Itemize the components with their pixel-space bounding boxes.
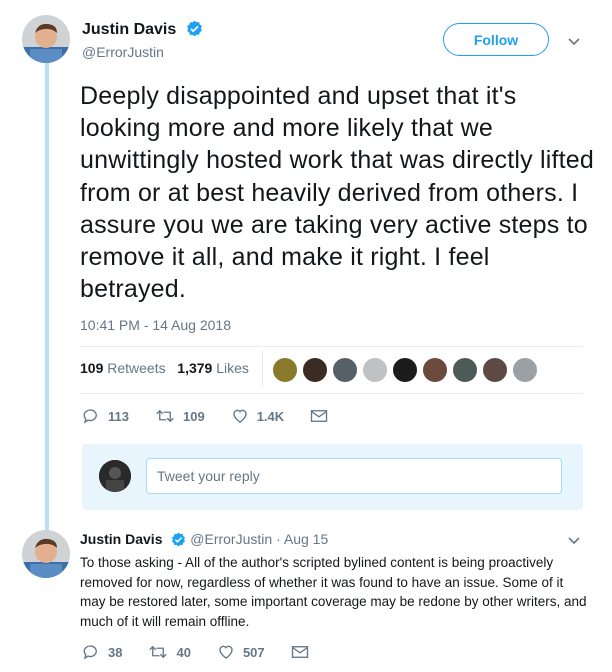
retweet-icon (156, 409, 174, 423)
direct-message-icon (310, 410, 328, 422)
retweet-icon (149, 645, 168, 659)
thread-connector-line (45, 60, 49, 530)
reply-header: Justin Davis @ErrorJustin · Aug 15 (80, 531, 328, 547)
direct-message-button[interactable] (291, 644, 317, 660)
like-count: 507 (242, 644, 265, 660)
likes-stat[interactable]: 1,379 Likes (177, 360, 249, 376)
verified-badge-icon (172, 532, 186, 547)
reply-separator: · (276, 531, 281, 547)
liker-avatar[interactable] (392, 357, 418, 383)
liker-avatar[interactable] (482, 357, 508, 383)
chevron-down-icon[interactable] (566, 33, 582, 49)
liker-avatar[interactable] (362, 357, 388, 383)
direct-message-button[interactable] (310, 408, 336, 424)
reply-button[interactable]: 38 (82, 643, 122, 661)
chevron-down-icon[interactable] (566, 532, 582, 548)
tweet-timestamp[interactable]: 10:41 PM - 14 Aug 2018 (80, 317, 231, 333)
likes-label: Likes (216, 360, 249, 376)
liker-avatar[interactable] (332, 357, 358, 383)
reply-placeholder: Tweet your reply (157, 468, 260, 484)
retweet-button[interactable]: 40 (148, 643, 191, 661)
likes-count: 1,379 (177, 360, 213, 376)
reply-icon (83, 409, 97, 424)
like-icon (233, 409, 247, 423)
reply-count: 38 (108, 644, 123, 660)
reply-icon (83, 645, 97, 660)
tweet-text: Deeply disappointed and upset that it's … (80, 82, 594, 304)
author-handle[interactable]: @ErrorJustin (82, 44, 164, 60)
reply-count: 113 (108, 408, 129, 424)
reply-author-name[interactable]: Justin Davis (80, 531, 162, 547)
reply-input[interactable]: Tweet your reply (146, 458, 562, 494)
likers-avatars (272, 357, 542, 383)
reply-button[interactable]: 113 (82, 407, 129, 425)
direct-message-icon (291, 646, 308, 658)
author-name-row[interactable]: Justin Davis (82, 20, 203, 39)
retweets-stat[interactable]: 109 Retweets (80, 360, 166, 376)
tweet-actions: 113 109 1.4K (82, 407, 362, 425)
author-name[interactable]: Justin Davis (82, 21, 176, 38)
retweets-label: Retweets (107, 360, 166, 376)
divider (80, 393, 583, 394)
divider (80, 346, 583, 347)
liker-avatar[interactable] (422, 357, 448, 383)
liker-avatar[interactable] (452, 357, 478, 383)
liker-avatar[interactable] (302, 357, 328, 383)
retweets-count: 109 (80, 360, 104, 376)
reply-actions: 38 40 507 (82, 643, 343, 661)
verified-badge-icon (186, 20, 202, 37)
author-avatar[interactable] (22, 15, 70, 63)
follow-button[interactable]: Follow (443, 23, 549, 56)
reply-author-handle[interactable]: @ErrorJustin (190, 531, 272, 547)
like-count: 1.4K (256, 408, 285, 424)
like-button[interactable]: 507 (217, 643, 265, 661)
like-button[interactable]: 1.4K (231, 407, 284, 425)
reply-author-avatar[interactable] (22, 530, 70, 578)
like-icon (219, 645, 233, 659)
liker-avatar[interactable] (272, 357, 298, 383)
retweet-count: 40 (176, 644, 191, 660)
retweet-button[interactable]: 109 (155, 407, 205, 425)
reply-text: To those asking - All of the author's sc… (80, 555, 587, 629)
current-user-avatar (99, 460, 131, 492)
liker-avatar[interactable] (512, 357, 538, 383)
reply-date[interactable]: Aug 15 (284, 531, 328, 547)
stats-divider (262, 350, 263, 388)
retweet-count: 109 (182, 408, 205, 424)
reply-composer: Tweet your reply (82, 444, 583, 510)
engagement-stats: 109 Retweets 1,379 Likes (80, 360, 249, 376)
